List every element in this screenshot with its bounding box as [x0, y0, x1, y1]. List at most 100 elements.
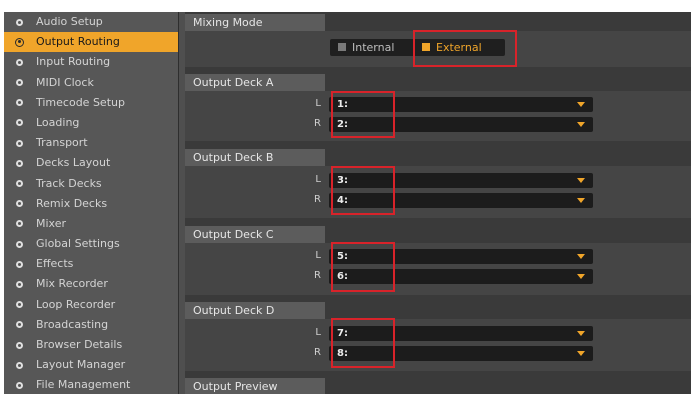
sidebar-item-audio-setup[interactable]: Audio Setup [4, 12, 178, 32]
radio-bullet-icon [16, 381, 23, 389]
sidebar-item-transport[interactable]: Transport [4, 133, 178, 153]
sidebar-item-effects[interactable]: Effects [4, 254, 178, 274]
sidebar-item-midi-clock[interactable]: MIDI Clock [4, 73, 178, 93]
section-header-mixing-mode: Mixing Mode [185, 14, 325, 31]
chevron-down-icon [577, 122, 585, 127]
radio-bullet-icon [16, 180, 23, 187]
mode-external-label: External [436, 41, 482, 54]
sidebar-item-label: Transport [36, 136, 88, 150]
left-channel-label: L [315, 250, 321, 261]
sidebar-item-label: Input Routing [36, 55, 111, 69]
sidebar-item-label: Mixer [36, 216, 67, 230]
sidebar-item-label: Decks Layout [36, 156, 111, 170]
radio-bullet-icon [16, 200, 23, 208]
select-value: 4: [337, 195, 348, 206]
select-value: 7: [337, 328, 348, 339]
deck-a-right-output-select[interactable]: 2: [329, 117, 593, 132]
sidebar-item-broadcasting[interactable]: Broadcasting [4, 315, 178, 335]
checkbox-icon [338, 43, 346, 51]
radio-bullet-icon [16, 18, 23, 26]
sidebar-item-label: Remix Decks [36, 196, 108, 210]
radio-bullet-icon [16, 58, 23, 66]
section-header-output-deck-a: Output Deck A [185, 74, 325, 91]
sidebar-item-layout-manager[interactable]: Layout Manager [4, 355, 178, 375]
radio-bullet-icon [16, 321, 23, 329]
preferences-window: Audio Setup Output Routing Input Routing… [4, 12, 691, 394]
radio-bullet-icon [16, 361, 23, 369]
select-value: 8: [337, 348, 348, 359]
section-header-output-deck-b: Output Deck B [185, 149, 325, 166]
sidebar-item-label: MIDI Clock [36, 75, 94, 89]
radio-bullet-icon [16, 79, 23, 87]
radio-bullet-icon [16, 99, 23, 107]
radio-bullet-icon [16, 119, 23, 127]
sidebar-item-label: Track Decks [36, 176, 102, 190]
sidebar-item-browser-details[interactable]: Browser Details [4, 335, 178, 355]
checkbox-icon [422, 43, 430, 51]
sidebar-item-remix-decks[interactable]: Remix Decks [4, 194, 178, 214]
mode-internal-option[interactable]: Internal [334, 39, 409, 56]
deck-b-left-output-select[interactable]: 3: [329, 173, 593, 188]
right-channel-label: R [314, 118, 321, 129]
left-channel-label: L [315, 327, 321, 338]
deck-c-right-output-select[interactable]: 6: [329, 269, 593, 284]
chevron-down-icon [577, 102, 585, 107]
section-header-output-preview: Output Preview [185, 378, 325, 394]
radio-bullet-icon [16, 280, 23, 288]
sidebar-item-decks-layout[interactable]: Decks Layout [4, 153, 178, 173]
sidebar-item-global-settings[interactable]: Global Settings [4, 234, 178, 254]
radio-bullet-icon [16, 159, 23, 167]
radio-bullet-icon [15, 37, 24, 47]
chevron-down-icon [577, 331, 585, 336]
sidebar-item-label: Layout Manager [36, 358, 126, 372]
right-channel-label: R [314, 270, 321, 281]
radio-bullet-icon [16, 139, 23, 147]
select-value: 3: [337, 175, 348, 186]
deck-d-left-output-select[interactable]: 7: [329, 326, 593, 341]
sidebar-item-mix-recorder[interactable]: Mix Recorder [4, 274, 178, 294]
radio-bullet-icon [16, 260, 23, 268]
deck-a-left-output-select[interactable]: 1: [329, 97, 593, 112]
radio-bullet-icon [16, 341, 23, 349]
sidebar-item-timecode-setup[interactable]: Timecode Setup [4, 93, 178, 113]
right-channel-label: R [314, 194, 321, 205]
mode-external-option[interactable]: External [418, 39, 500, 56]
sidebar-item-label: Timecode Setup [36, 95, 125, 109]
sidebar-item-output-routing[interactable]: Output Routing [4, 32, 178, 53]
section-header-output-deck-c: Output Deck C [185, 226, 325, 243]
sidebar-item-label: Effects [36, 257, 74, 271]
sidebar-item-mixer[interactable]: Mixer [4, 214, 178, 234]
deck-b-right-output-select[interactable]: 4: [329, 193, 593, 208]
sidebar-item-label: Mix Recorder [36, 277, 108, 291]
sidebar-item-label: Browser Details [36, 338, 123, 351]
right-channel-label: R [314, 347, 321, 358]
select-value: 5: [337, 251, 348, 262]
left-channel-label: L [315, 174, 321, 185]
preferences-sidebar: Audio Setup Output Routing Input Routing… [4, 12, 179, 394]
sidebar-item-label: Loop Recorder [36, 297, 116, 311]
sidebar-item-label: Broadcasting [36, 317, 109, 331]
chevron-down-icon [577, 198, 585, 203]
sidebar-item-label: Audio Setup [36, 15, 103, 28]
mode-internal-label: Internal [352, 41, 395, 54]
radio-bullet-icon [16, 220, 23, 228]
sidebar-item-label: Loading [36, 115, 80, 129]
sidebar-item-track-decks[interactable]: Track Decks [4, 174, 178, 194]
select-value: 6: [337, 271, 348, 282]
chevron-down-icon [577, 254, 585, 259]
sidebar-item-input-routing[interactable]: Input Routing [4, 52, 178, 72]
deck-c-left-output-select[interactable]: 5: [329, 249, 593, 264]
section-header-output-deck-d: Output Deck D [185, 302, 325, 319]
sidebar-item-label: Output Routing [36, 35, 120, 49]
left-channel-label: L [315, 98, 321, 109]
chevron-down-icon [577, 178, 585, 183]
sidebar-item-loop-recorder[interactable]: Loop Recorder [4, 295, 178, 315]
deck-d-right-output-select[interactable]: 8: [329, 346, 593, 361]
sidebar-item-file-management[interactable]: File Management [4, 375, 178, 394]
chevron-down-icon [577, 351, 585, 356]
sidebar-item-label: File Management [36, 378, 131, 392]
chevron-down-icon [577, 274, 585, 279]
output-routing-panel: Mixing Mode Internal External Output Dec… [185, 12, 691, 394]
sidebar-item-loading[interactable]: Loading [4, 113, 178, 133]
radio-bullet-icon [16, 301, 23, 309]
